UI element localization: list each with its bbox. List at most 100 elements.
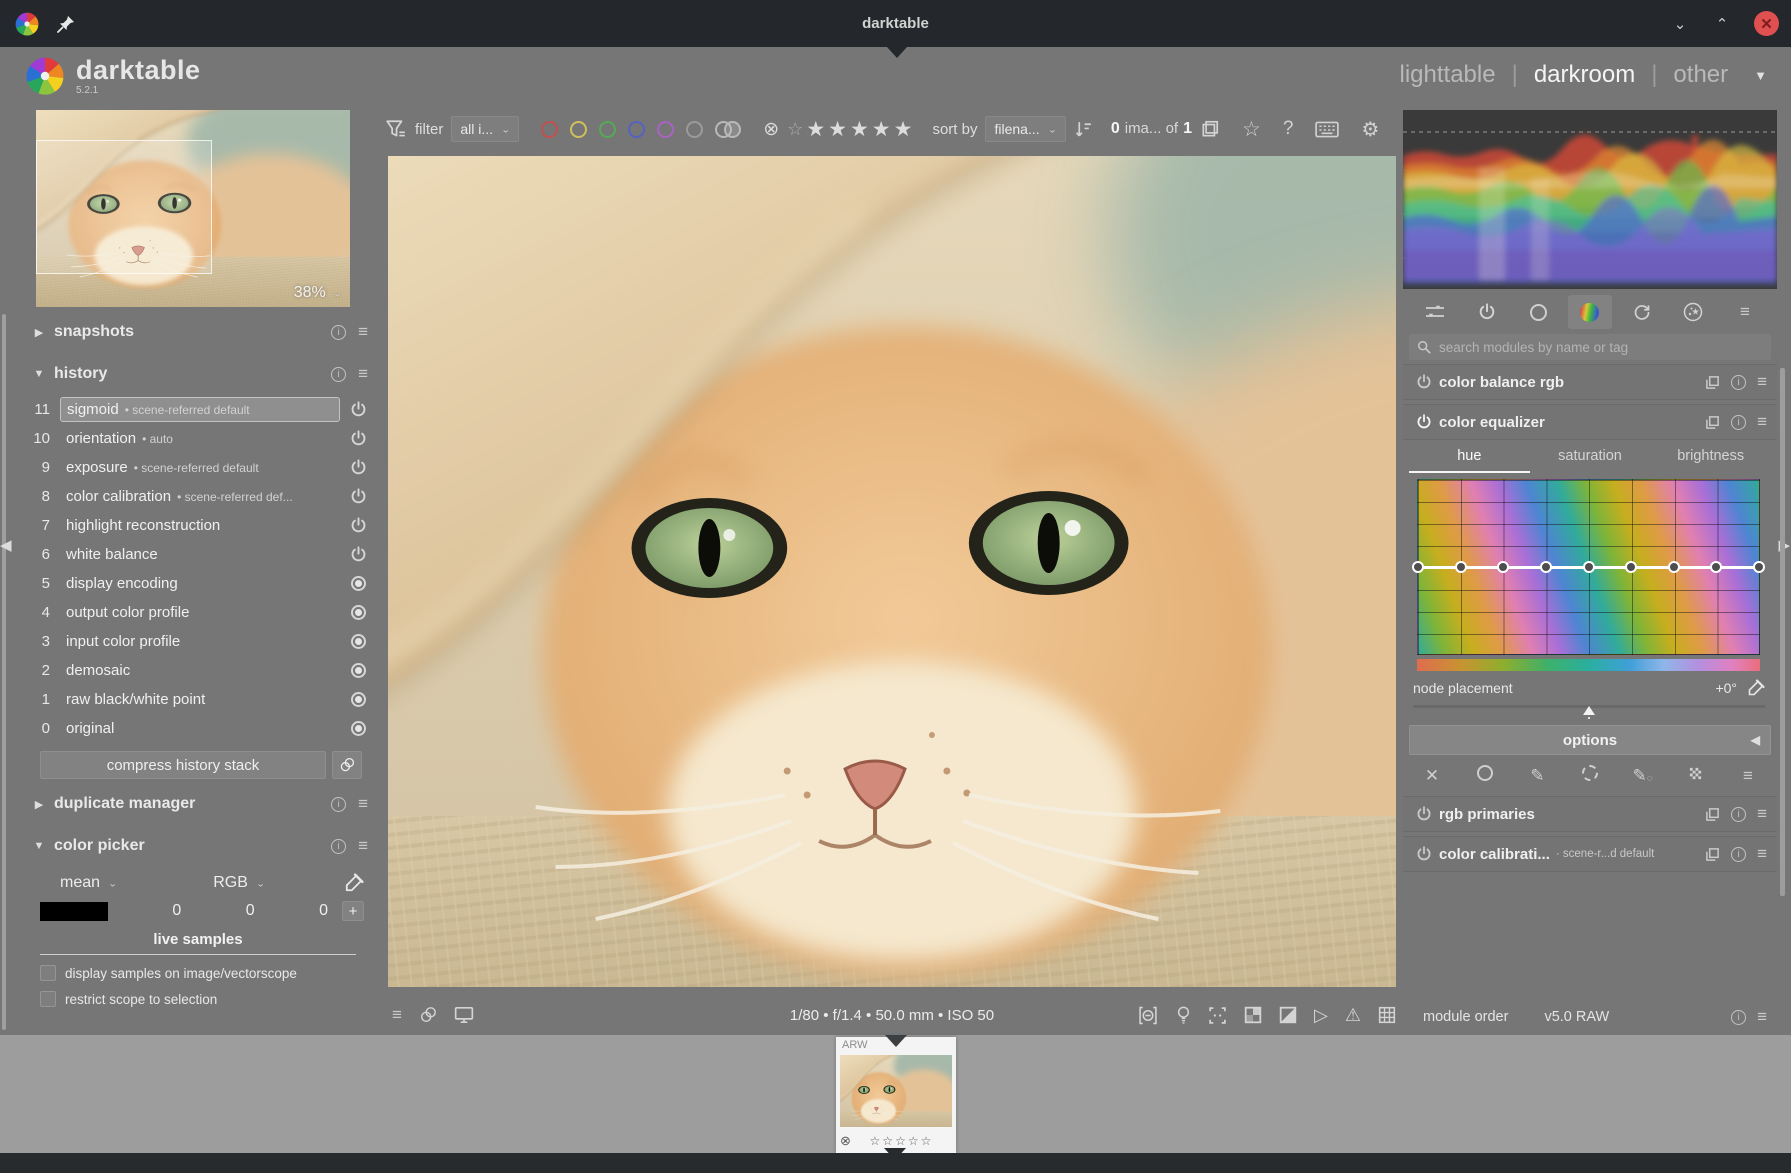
info-icon[interactable] (331, 839, 346, 854)
history-item[interactable]: 4 output color profile (20, 598, 376, 627)
color-picker-section-header[interactable]: ▼ color picker (20, 829, 376, 863)
gamut-warning-icon[interactable]: ⚠ (1345, 1005, 1361, 1026)
info-icon[interactable] (1731, 375, 1746, 390)
history-item[interactable]: 10 orientation• auto (20, 424, 376, 453)
view-other[interactable]: other (1673, 61, 1728, 89)
focus-peaking-icon[interactable] (1208, 1006, 1227, 1025)
favorites-star-icon[interactable]: ☆ (1242, 117, 1261, 142)
curve-node[interactable] (1497, 561, 1509, 573)
power-icon[interactable] (350, 546, 367, 563)
color-label-purple[interactable] (657, 121, 674, 138)
raw-overexposed-icon[interactable] (1137, 1006, 1159, 1025)
preferences-gear-icon[interactable]: ⚙ (1361, 117, 1379, 142)
color-label-multi-icon[interactable] (715, 121, 741, 138)
create-snapshot-icon-button[interactable] (332, 751, 362, 779)
history-item[interactable]: 5 display encoding (20, 569, 376, 598)
effects-group-icon[interactable] (1671, 295, 1715, 329)
color-label-gray[interactable] (686, 121, 703, 138)
node-placement-slider[interactable] (1413, 705, 1765, 715)
eyedropper-icon[interactable] (1747, 679, 1765, 697)
shortcuts-keyboard-icon[interactable] (1315, 121, 1339, 138)
help-icon[interactable]: ? (1283, 118, 1294, 140)
multi-instance-icon[interactable] (1705, 807, 1720, 822)
power-icon[interactable] (350, 401, 367, 418)
info-icon[interactable] (1731, 1010, 1746, 1025)
history-item[interactable]: 9 exposure• scene-referred default (20, 453, 376, 482)
grouping-icon[interactable] (1200, 119, 1220, 139)
tab-hue[interactable]: hue (1409, 448, 1530, 473)
presets-menu-icon[interactable] (1757, 844, 1767, 864)
color-label-blue[interactable] (628, 121, 645, 138)
history-item[interactable]: 8 color calibration• scene-referred def.… (20, 482, 376, 511)
presets-menu-icon[interactable] (358, 836, 368, 856)
active-modules-group-icon[interactable] (1413, 295, 1457, 329)
maximize-button[interactable]: ⌃ (1712, 15, 1732, 33)
mask-drawn-icon[interactable]: ✎ (1522, 766, 1552, 786)
star-icon[interactable]: ★ (850, 117, 869, 142)
multi-instance-icon[interactable] (1705, 847, 1720, 862)
close-button[interactable]: ✕ (1754, 11, 1779, 36)
info-icon[interactable] (331, 325, 346, 340)
module-rgb-primaries[interactable]: rgb primaries (1403, 796, 1777, 832)
zoom-level-control[interactable]: 38% ⌄ (294, 284, 342, 302)
star-rating-filter[interactable]: ☆ ★★★★★ (787, 117, 912, 142)
curve-node[interactable] (1540, 561, 1552, 573)
picker-space-select[interactable]: RGB ⌄ (213, 874, 265, 892)
presets-menu-icon[interactable] (358, 364, 368, 384)
add-sample-button[interactable]: + (342, 901, 364, 921)
star-icon[interactable]: ★ (894, 117, 913, 142)
history-item[interactable]: 1 raw black/white point (20, 685, 376, 714)
mask-drawn-parametric-icon[interactable]: ✎◌ (1628, 766, 1658, 786)
thumbnail-star-rating[interactable]: ☆☆☆☆☆ (851, 1134, 952, 1148)
guides-icon[interactable]: ▷ (1314, 1005, 1328, 1026)
correction-group-icon[interactable] (1620, 295, 1664, 329)
darkroom-canvas[interactable] (388, 156, 1396, 987)
star-icon[interactable]: ★ (872, 117, 891, 142)
filter-select[interactable]: all i... ⌄ (451, 116, 519, 142)
hue-curve-editor[interactable] (1417, 479, 1760, 655)
reject-filter-icon[interactable]: ⊗ (763, 118, 779, 141)
mask-parametric-icon[interactable] (1575, 765, 1605, 786)
power-icon[interactable] (1416, 846, 1432, 862)
right-scrollbar[interactable] (1780, 368, 1785, 896)
multi-instance-icon[interactable] (1705, 375, 1720, 390)
presets-menu-icon[interactable] (1757, 412, 1767, 432)
curve-node[interactable] (1455, 561, 1467, 573)
presets-menu-icon[interactable] (358, 322, 368, 342)
history-item[interactable]: 11 sigmoid• scene-referred default (20, 395, 376, 424)
module-color-calibration[interactable]: color calibrati... · scene-r...d default (1403, 836, 1777, 872)
filmstrip-collapse-handle[interactable] (885, 1035, 907, 1047)
display-samples-checkbox-row[interactable]: display samples on image/vectorscope (40, 965, 376, 981)
module-search[interactable] (1409, 334, 1771, 360)
grid-overlay-icon[interactable] (1378, 1006, 1396, 1024)
left-scrollbar[interactable] (2, 314, 6, 1030)
star-icon[interactable]: ★ (828, 117, 847, 142)
history-item[interactable]: 7 highlight reconstruction (20, 511, 376, 540)
view-darkroom[interactable]: darkroom (1534, 61, 1635, 89)
overexposure-warning-icon[interactable] (1244, 1006, 1262, 1024)
power-icon[interactable] (350, 430, 367, 447)
color-picker-dropper-button[interactable] (344, 873, 364, 893)
bottom-panel-handle[interactable] (884, 1148, 906, 1160)
module-color-balance-rgb[interactable]: color balance rgb (1403, 364, 1777, 400)
basic-group-icon[interactable] (1516, 295, 1560, 329)
mask-uniform-icon[interactable] (1470, 765, 1500, 786)
history-item[interactable]: 6 white balance (20, 540, 376, 569)
curve-node[interactable] (1668, 561, 1680, 573)
info-icon[interactable] (331, 367, 346, 382)
navigation-viewport-rect[interactable] (36, 140, 212, 274)
presets-menu-icon[interactable] (1757, 1007, 1767, 1027)
restrict-scope-checkbox-row[interactable]: restrict scope to selection (40, 991, 376, 1007)
color-group-icon[interactable] (1568, 295, 1612, 329)
color-label-red[interactable] (541, 121, 558, 138)
module-order-value[interactable]: v5.0 RAW (1544, 1009, 1609, 1025)
sort-direction-icon[interactable] (1074, 120, 1093, 139)
filmstrip-thumbnail[interactable]: ARW ⊗ ☆☆☆☆☆ (836, 1037, 956, 1153)
module-search-input[interactable] (1439, 340, 1763, 355)
power-icon[interactable] (1416, 374, 1432, 390)
star-icon[interactable]: ★ (806, 117, 825, 142)
info-icon[interactable] (1731, 415, 1746, 430)
enabled-modules-group-icon[interactable] (1465, 295, 1509, 329)
options-expander[interactable]: options ◀ (1409, 725, 1771, 755)
blending-menu-icon[interactable] (1733, 766, 1763, 786)
